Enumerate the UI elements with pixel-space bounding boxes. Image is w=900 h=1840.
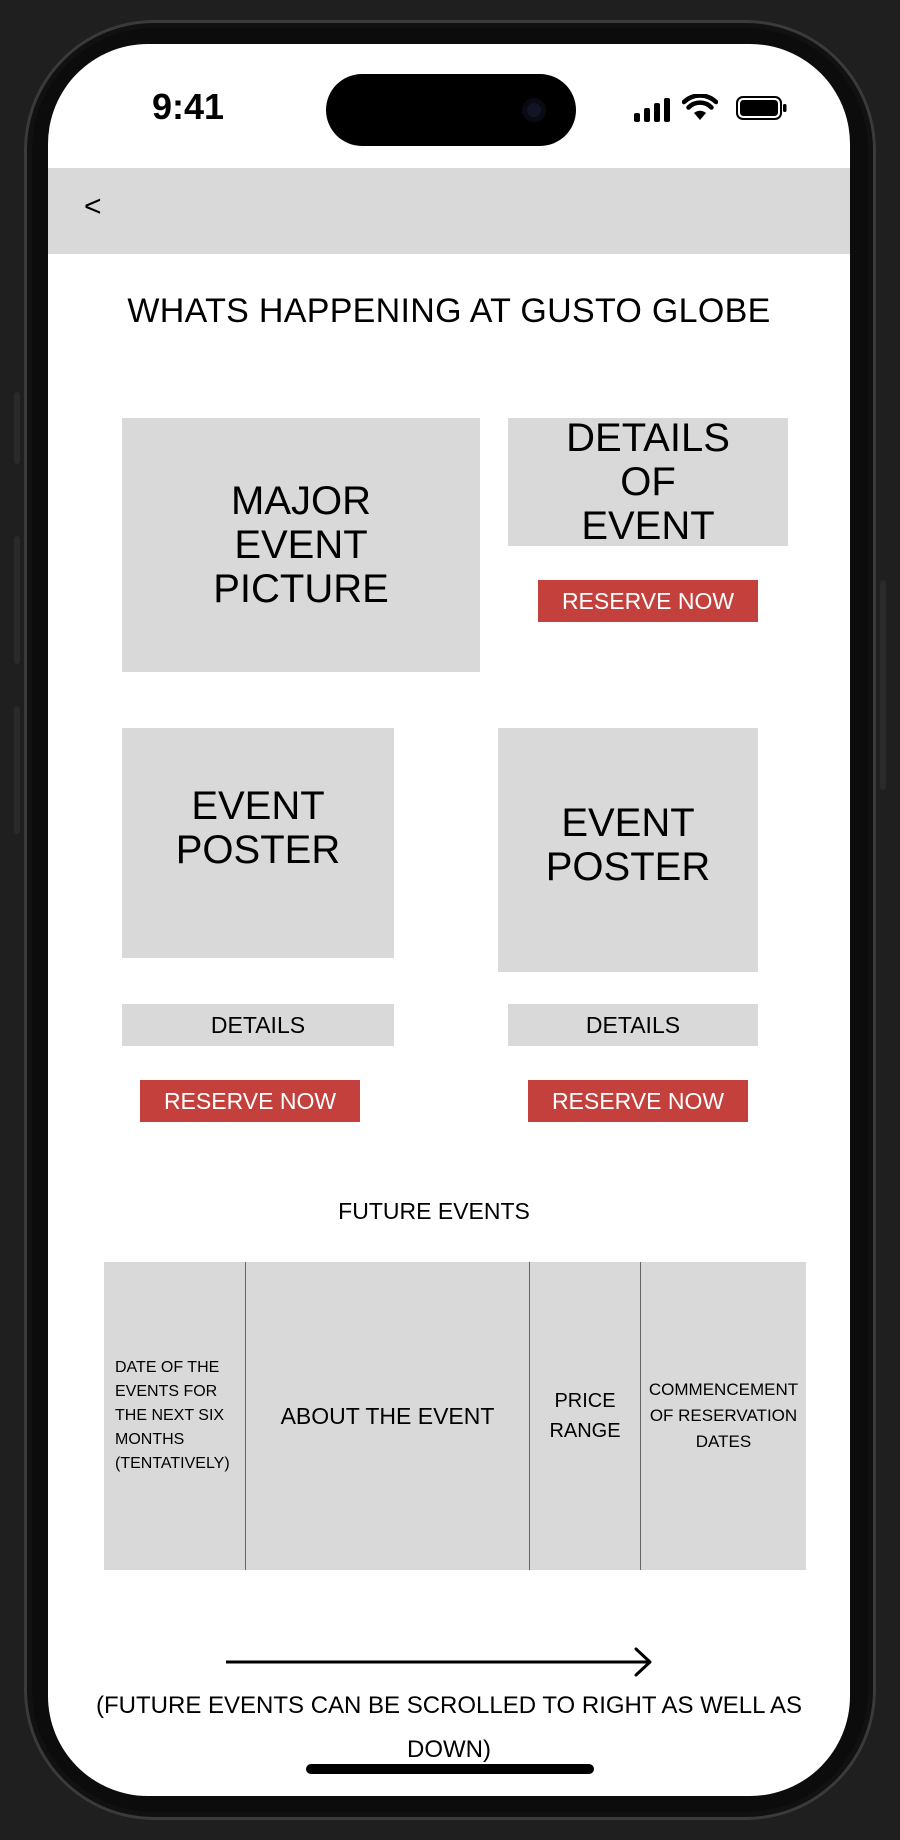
major-event-details-label: DETAILS OF EVENT [566, 416, 730, 548]
event-poster[interactable]: EVENT POSTER [498, 728, 758, 972]
power-button [880, 580, 886, 790]
event-reserve-button[interactable]: RESERVE NOW [140, 1080, 360, 1122]
home-indicator[interactable] [306, 1764, 594, 1774]
major-event-details[interactable]: DETAILS OF EVENT [508, 416, 788, 548]
table-header-reservation-dates-label: COMMENCEMENT OF RESERVATION DATES [648, 1380, 799, 1451]
volume-down-button [14, 706, 20, 834]
event-details-button[interactable]: DETAILS [122, 1004, 394, 1046]
event-poster[interactable]: EVENT POSTER [122, 728, 394, 958]
table-header-price: PRICE RANGE [529, 1262, 640, 1570]
volume-up-button [14, 536, 20, 664]
wifi-icon [682, 94, 718, 120]
scroll-hint-text: (FUTURE EVENTS CAN BE SCROLLED TO RIGHT … [96, 1692, 802, 1763]
table-header-reservation-dates: COMMENCEMENT OF RESERVATION DATES [640, 1262, 806, 1570]
table-header-about: ABOUT THE EVENT [245, 1262, 529, 1570]
status-time: 9:41 [152, 86, 225, 127]
battery-icon [736, 96, 787, 120]
major-event-picture-label: MAJOR EVENT PICTURE [213, 479, 389, 611]
future-events-table[interactable]: DATE OF THE EVENTS FOR THE NEXT SIX MONT… [104, 1262, 806, 1570]
event-poster-label: EVENT POSTER [175, 784, 341, 872]
major-event-reserve-button[interactable]: RESERVE NOW [538, 580, 758, 622]
page-title: WHATS HAPPENING AT GUSTO GLOBE [127, 292, 771, 330]
table-header-date: DATE OF THE EVENTS FOR THE NEXT SIX MONT… [104, 1262, 245, 1570]
major-event-picture[interactable]: MAJOR EVENT PICTURE [122, 418, 480, 672]
header-bar: < [48, 168, 850, 254]
event-reserve-button[interactable]: RESERVE NOW [528, 1080, 748, 1122]
table-header-price-label: PRICE RANGE [549, 1390, 621, 1442]
action-button [14, 392, 20, 464]
phone-screen: 9:41 < WHATS HAPPENING AT GUSTO GLOBE MA… [48, 44, 850, 1796]
future-events-title: FUTURE EVENTS [338, 1198, 530, 1224]
dynamic-island [326, 74, 576, 146]
back-button[interactable]: < [84, 190, 102, 224]
camera-icon [522, 98, 546, 122]
scroll-right-arrow-icon [226, 1647, 652, 1677]
event-poster-label: EVENT POSTER [545, 801, 711, 889]
cellular-signal-icon [634, 98, 670, 122]
event-details-button[interactable]: DETAILS [508, 1004, 758, 1046]
table-header-about-label: ABOUT THE EVENT [280, 1402, 495, 1429]
table-header-date-label: DATE OF THE EVENTS FOR THE NEXT SIX MONT… [115, 1359, 230, 1472]
